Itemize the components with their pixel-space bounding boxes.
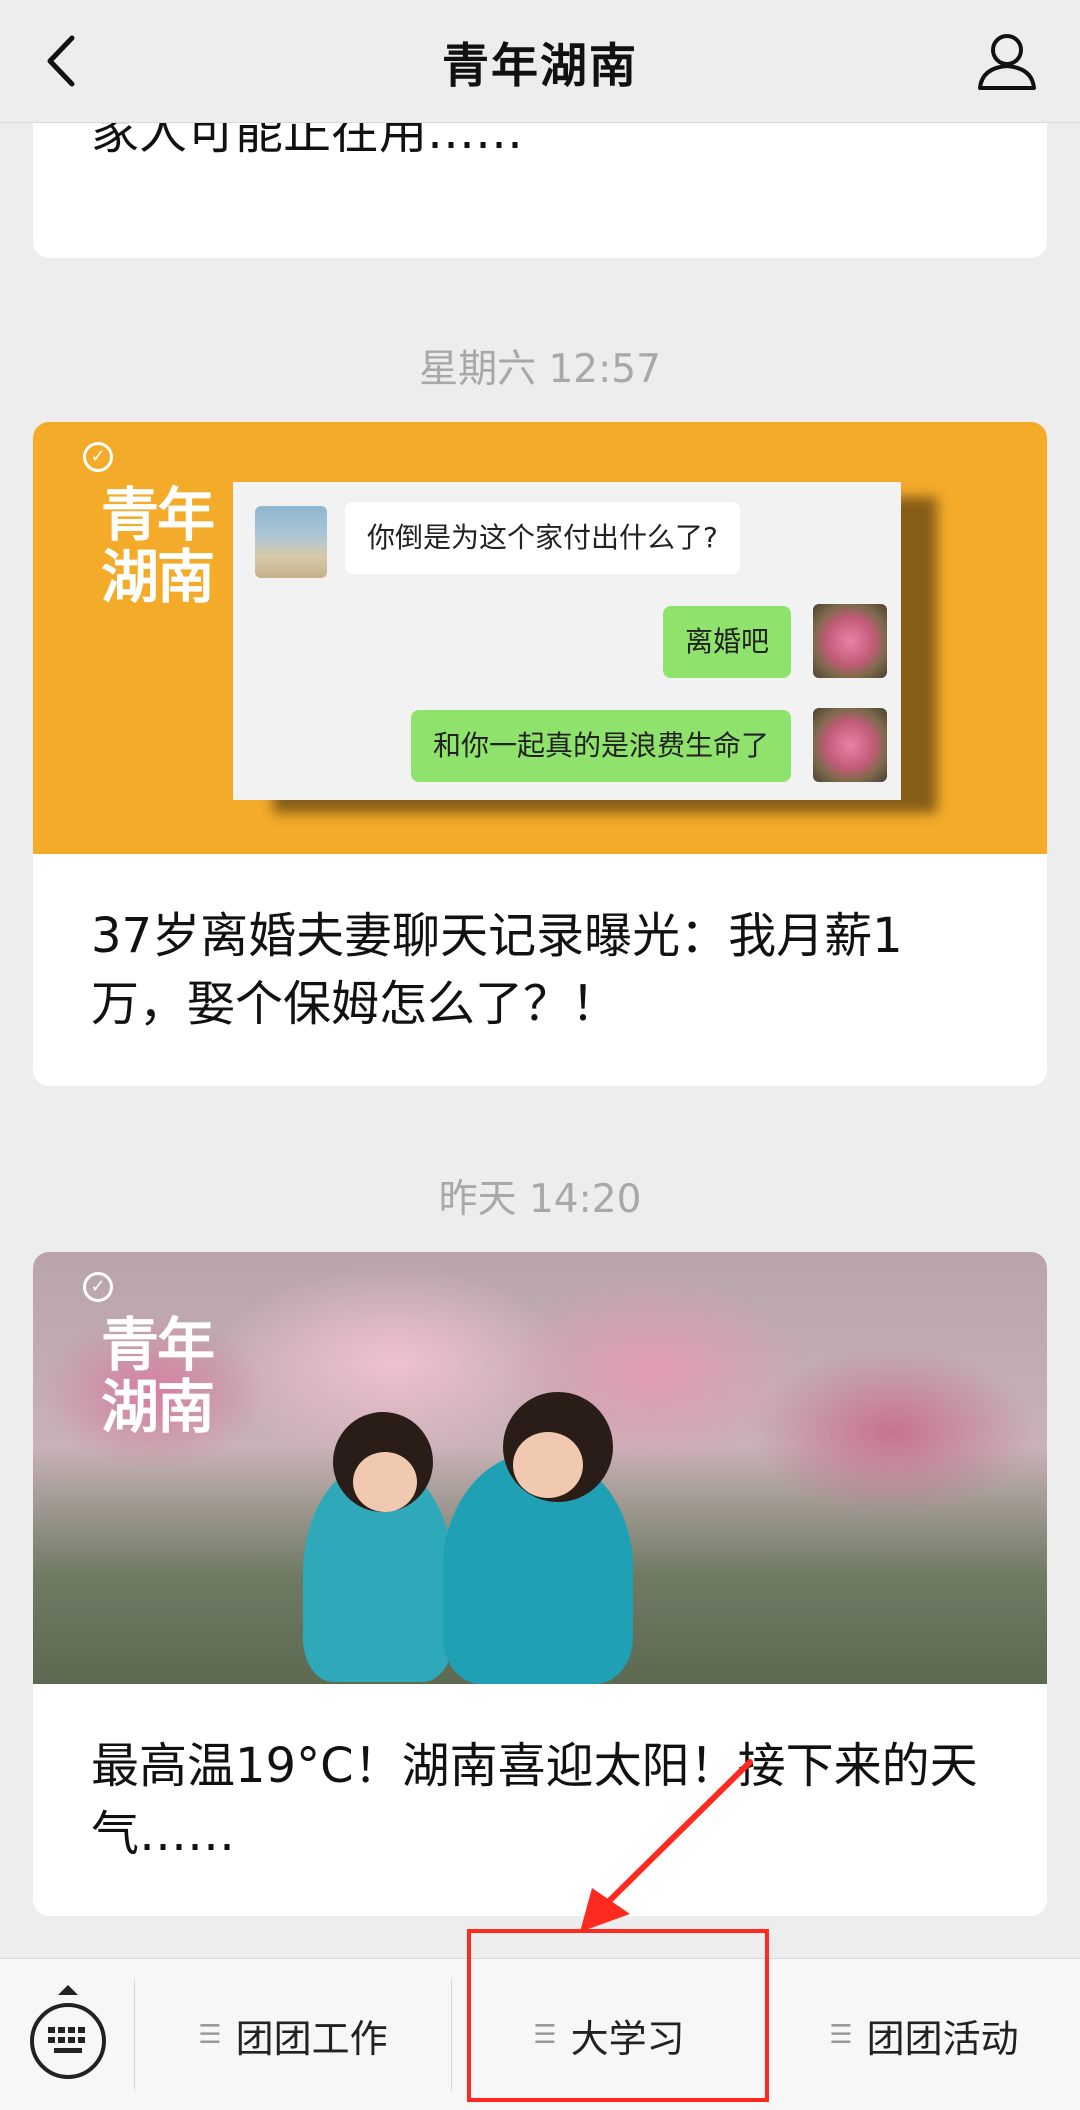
avatar (813, 708, 887, 782)
avatar (255, 506, 327, 578)
brand-logo-text: 青年湖南 (101, 1311, 215, 1441)
photo-figure (513, 1432, 583, 1498)
timestamp: 星期六 12:57 (419, 347, 661, 392)
chat-screenshot: 你倒是为这个家付出什么了? 离婚吧 和你一起真的是浪费生命了 (233, 482, 901, 800)
brand-logo: ✓ 青年湖南 (83, 442, 243, 622)
article-card[interactable]: ✓ 青年湖南 你倒是为这个家付出什么了? 离婚吧 和你一起真的是浪费生命了 37… (33, 422, 1047, 1086)
profile-button[interactable] (972, 26, 1042, 96)
chevron-left-icon (47, 35, 75, 87)
brand-mark-icon: ✓ (83, 442, 113, 472)
annotation-highlight-box (467, 1929, 769, 2102)
keyboard-icon (30, 1985, 106, 2079)
photo-figure (353, 1452, 417, 1512)
article-cover-image: ✓ 青年湖南 你倒是为这个家付出什么了? 离婚吧 和你一起真的是浪费生命了 (33, 422, 1047, 854)
article-title: 最高温19°C！湖南喜迎太阳！接下来的天气…… (91, 1738, 978, 1862)
nav-bar: 青年湖南 (0, 0, 1080, 123)
brand-logo-text: 青年湖南 (101, 481, 215, 611)
menu-lines-icon: ☰ (829, 2020, 853, 2050)
screen: 青年湖南 家人可能正在用…… 星期六 12:57 ✓ 青年湖南 你倒是为这个家付… (0, 0, 1080, 2110)
brand-logo: ✓ 青年湖南 (83, 1272, 243, 1452)
keyboard-toggle-button[interactable] (24, 1981, 112, 2081)
chat-bubble-sent: 离婚吧 (662, 606, 791, 678)
article-cover-image: ✓ 青年湖南 (33, 1252, 1047, 1684)
chat-bubble-sent: 和你一起真的是浪费生命了 (410, 710, 791, 782)
avatar (813, 604, 887, 678)
timestamp: 昨天 14:20 (438, 1177, 642, 1222)
back-button[interactable] (36, 28, 96, 94)
menu-lines-icon: ☰ (198, 2020, 222, 2050)
article-card[interactable]: ✓ 青年湖南 最高温19°C！湖南喜迎太阳！接下来的天气…… (33, 1252, 1047, 1916)
menu-item-label: 团团工作 (235, 2016, 388, 2061)
menu-item-label: 团团活动 (866, 2016, 1019, 2061)
annotation-arrow (580, 1759, 753, 1932)
menu-item-tuantuan-activities[interactable]: ☰ 团团活动 (768, 1959, 1080, 2110)
menu-item-tuantuan-work[interactable]: ☰ 团团工作 (136, 1959, 450, 2110)
page-title: 青年湖南 (442, 38, 638, 94)
menu-divider (134, 1979, 135, 2091)
article-title: 37岁离婚夫妻聊天记录曝光：我月薪1万，娶个保姆怎么了？！ (91, 908, 903, 1032)
person-icon (978, 34, 1036, 90)
brand-mark-icon: ✓ (83, 1272, 113, 1302)
chat-bubble-received: 你倒是为这个家付出什么了? (345, 502, 740, 574)
